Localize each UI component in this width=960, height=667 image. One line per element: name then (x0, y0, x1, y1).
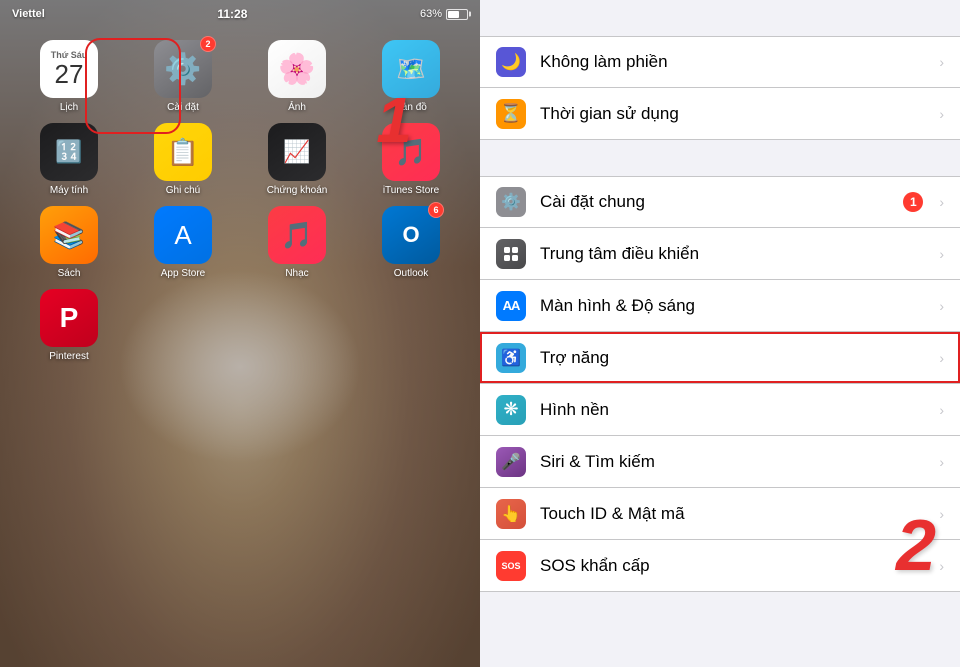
row-siri[interactable]: 🎤 Siri & Tìm kiếm › (480, 436, 960, 488)
app-icon-pinterest: P (40, 289, 98, 347)
app-empty2 (252, 289, 342, 362)
chevron-cai-dat-chung: › (939, 194, 944, 210)
app-icon-photos: 🌸 (268, 40, 326, 98)
app-label-notes: Ghi chú (166, 185, 200, 196)
battery-icon (446, 9, 468, 20)
app-icon-books: 📚 (40, 206, 98, 264)
row-khong-lam-phien[interactable]: 🌙 Không làm phiền › (480, 36, 960, 88)
chevron-man-hinh: › (939, 298, 944, 314)
app-icon-outlook: O 6 (382, 206, 440, 264)
app-label-outlook: Outlook (394, 268, 428, 279)
battery-percent: 63% (420, 8, 442, 20)
icon-sos: SOS (496, 551, 526, 581)
chevron-tro-nang: › (939, 350, 944, 366)
icon-trung-tam (496, 239, 526, 269)
app-outlook[interactable]: O 6 Outlook (366, 206, 456, 279)
label-sos: SOS khẩn cấp (540, 556, 931, 576)
carrier-label: Viettel (12, 8, 45, 20)
settings-panel: 🌙 Không làm phiền › ⏳ Thời gian sử dụng … (480, 0, 960, 667)
app-icon-calculator: 🔢 (40, 123, 98, 181)
app-label-appstore: App Store (161, 268, 205, 279)
app-music[interactable]: 🎵 Nhạc (252, 206, 342, 279)
label-khong-lam-phien: Không làm phiền (540, 52, 931, 72)
step-number-2: 2 (896, 505, 936, 587)
time-label: 11:28 (217, 7, 247, 21)
app-label-photos: Ảnh (288, 102, 306, 113)
chevron-thoi-gian: › (939, 106, 944, 122)
cai-dat-chung-badge: 1 (903, 192, 923, 212)
chevron-siri: › (939, 454, 944, 470)
app-icon-stocks: 📈 (268, 123, 326, 181)
label-trung-tam: Trung tâm điều khiển (540, 244, 931, 264)
row-tro-nang[interactable]: ♿ Trợ năng › (480, 332, 960, 384)
label-tro-nang: Trợ năng (540, 348, 931, 368)
icon-thoi-gian: ⏳ (496, 99, 526, 129)
row-sos[interactable]: SOS SOS khẩn cấp › (480, 540, 960, 592)
app-empty3 (366, 289, 456, 362)
app-label-lich: Lịch (60, 102, 78, 113)
icon-siri: 🎤 (496, 447, 526, 477)
status-right: 63% (420, 8, 468, 20)
step-number-1: 1 (376, 88, 412, 152)
app-label-calculator: Máy tính (50, 185, 88, 196)
app-books[interactable]: 📚 Sách (24, 206, 114, 279)
settings-list: 🌙 Không làm phiền › ⏳ Thời gian sử dụng … (480, 36, 960, 667)
app-label-pinterest: Pinterest (49, 351, 88, 362)
chevron-touch-id: › (939, 506, 944, 522)
chevron-sos: › (939, 558, 944, 574)
app-pinterest[interactable]: P Pinterest (24, 289, 114, 362)
app-appstore[interactable]: A App Store (138, 206, 228, 279)
label-thoi-gian: Thời gian sử dụng (540, 104, 931, 124)
app-photos[interactable]: 🌸 Ảnh (252, 40, 342, 113)
caidat-badge: 2 (200, 36, 216, 52)
app-label-stocks: Chứng khoán (267, 185, 328, 196)
app-icon-appstore: A (154, 206, 212, 264)
label-cai-dat-chung: Cài đặt chung (540, 192, 903, 212)
label-man-hinh: Màn hình & Độ sáng (540, 296, 931, 316)
row-hinh-nen[interactable]: ❋ Hình nền › (480, 384, 960, 436)
row-touch-id[interactable]: 👆 Touch ID & Mật mã › (480, 488, 960, 540)
outlook-badge: 6 (428, 202, 444, 218)
chevron-khong-lam-phien: › (939, 54, 944, 70)
app-label-books: Sách (58, 268, 81, 279)
label-touch-id: Touch ID & Mật mã (540, 504, 931, 524)
app-row-4: P Pinterest (12, 289, 468, 362)
icon-hinh-nen: ❋ (496, 395, 526, 425)
icon-touch-id: 👆 (496, 499, 526, 529)
app-stocks[interactable]: 📈 Chứng khoán (252, 123, 342, 196)
app-row-3: 📚 Sách A App Store 🎵 Nhạc O 6 (12, 206, 468, 279)
app-label-itunes: iTunes Store (383, 185, 439, 196)
settings-highlight-box (85, 38, 181, 134)
row-thoi-gian[interactable]: ⏳ Thời gian sử dụng › (480, 88, 960, 140)
app-icon-music: 🎵 (268, 206, 326, 264)
label-hinh-nen: Hình nền (540, 400, 931, 420)
row-cai-dat-chung[interactable]: ⚙️ Cài đặt chung 1 › (480, 176, 960, 228)
status-bar: Viettel 11:28 63% (0, 0, 480, 28)
iphone-screen: Viettel 11:28 63% Thứ Sáu 27 Lịch (0, 0, 480, 667)
icon-cai-dat-chung: ⚙️ (496, 187, 526, 217)
chevron-hinh-nen: › (939, 402, 944, 418)
label-siri: Siri & Tìm kiếm (540, 452, 931, 472)
icon-tro-nang: ♿ (496, 343, 526, 373)
chevron-trung-tam: › (939, 246, 944, 262)
icon-man-hinh: AA (496, 291, 526, 321)
app-empty1 (138, 289, 228, 362)
app-label-music: Nhạc (285, 268, 308, 279)
settings-section-main: ⚙️ Cài đặt chung 1 › Trung tâm điều khiể… (480, 176, 960, 592)
row-trung-tam[interactable]: Trung tâm điều khiển › (480, 228, 960, 280)
settings-section-top: 🌙 Không làm phiền › ⏳ Thời gian sử dụng … (480, 36, 960, 140)
row-man-hinh[interactable]: AA Màn hình & Độ sáng › (480, 280, 960, 332)
icon-khong-lam-phien: 🌙 (496, 47, 526, 77)
